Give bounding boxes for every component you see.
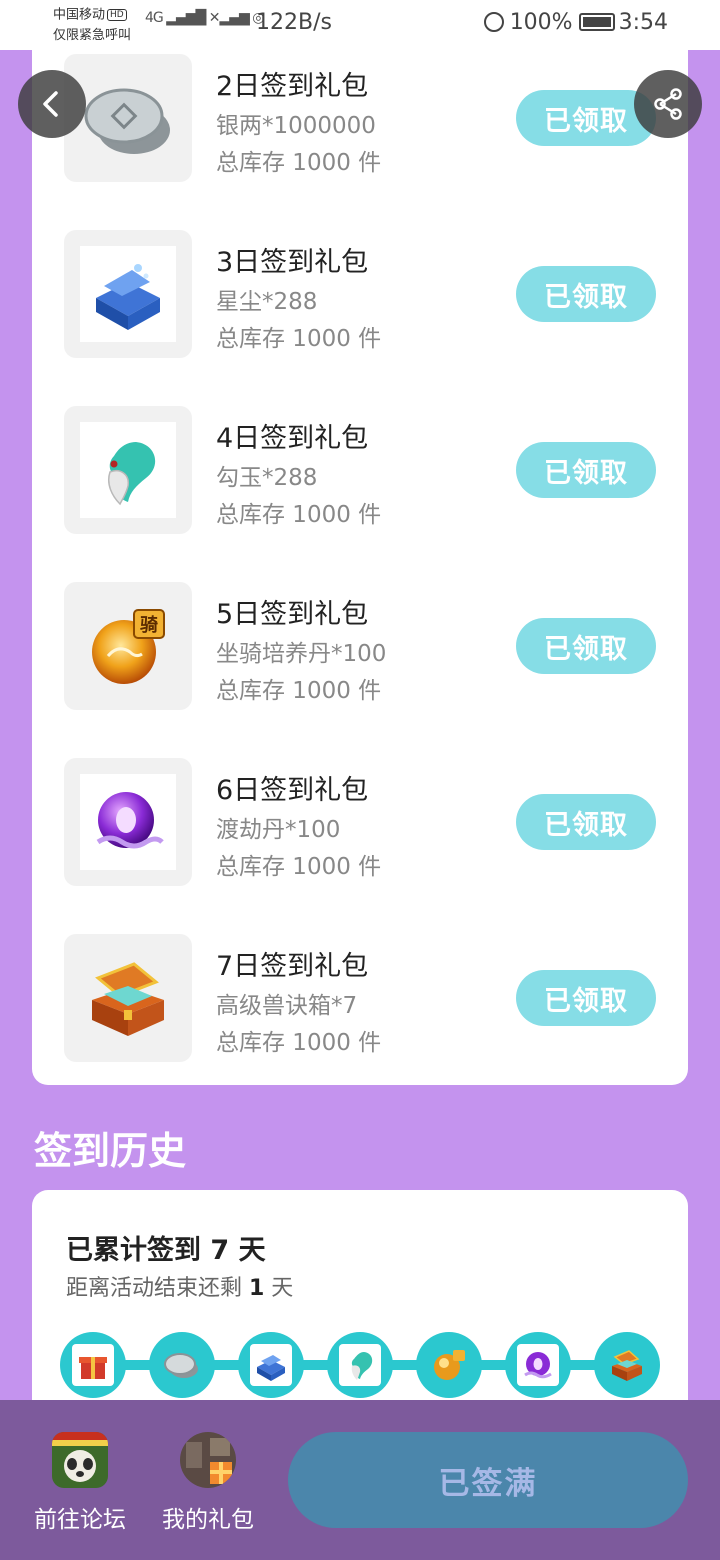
gift-item: 骑 5日签到礼包 坐骑培养丹*100 总库存 1000 件 已领取 xyxy=(64,582,664,712)
status-bar: 中国移动 HD 仅限紧急呼叫 4G ▂▄▆█ ✕▂▄▆ ◎ 122B/s 100%… xyxy=(0,0,720,50)
net-speed: 122B/s xyxy=(256,10,332,35)
alarm-icon xyxy=(483,12,504,32)
tribulation-pill-icon xyxy=(96,792,164,849)
total-prefix: 已累计签到 xyxy=(66,1235,211,1266)
forum-link[interactable]: 前往论坛 xyxy=(25,1432,135,1534)
share-button[interactable] xyxy=(634,70,702,138)
chevron-left-icon xyxy=(43,91,58,117)
gift-stock: 总库存 1000 件 xyxy=(216,854,382,880)
gift-stock: 总库存 1000 件 xyxy=(216,150,382,176)
timeline-day xyxy=(327,1332,393,1398)
history-total: 已累计签到 7 天 xyxy=(66,1228,266,1267)
gift-content: 星尘*288 xyxy=(216,289,318,315)
gift-title: 5日签到礼包 xyxy=(216,599,369,630)
remain-suffix: 天 xyxy=(264,1276,294,1301)
gift-stock: 总库存 1000 件 xyxy=(216,326,382,352)
claimed-button[interactable]: 已领取 xyxy=(516,442,656,498)
gift-thumbnail xyxy=(64,758,192,886)
battery-icon xyxy=(578,13,615,31)
timeline-day xyxy=(60,1332,126,1398)
carrier-name: 中国移动 xyxy=(53,7,106,23)
treasure-chest-icon xyxy=(92,962,164,1036)
timeline-day xyxy=(416,1332,482,1398)
gift-content: 高级兽诀箱*7 xyxy=(216,993,358,1019)
claimed-button[interactable]: 已领取 xyxy=(516,970,656,1026)
signed-full-button[interactable]: 已签满 xyxy=(288,1432,688,1528)
gift-content: 勾玉*288 xyxy=(216,465,318,491)
red-gift-icon xyxy=(79,1357,107,1379)
carrier-info: 中国移动 HD 仅限紧急呼叫 xyxy=(53,5,131,46)
stardust-box-icon xyxy=(257,1355,285,1381)
magatama-icon xyxy=(108,442,156,506)
timeline-day xyxy=(594,1332,660,1398)
status-right: 100% 3:54 xyxy=(483,10,668,35)
gift-stock: 总库存 1000 件 xyxy=(216,1030,382,1056)
gift-list-card: 2日签到礼包 银两*1000000 总库存 1000 件 已领取 3日签到礼包 … xyxy=(32,0,688,1085)
gift-thumbnail: 骑 xyxy=(64,582,192,710)
claimed-button[interactable]: 已领取 xyxy=(516,794,656,850)
timeline-day xyxy=(238,1332,304,1398)
gift-title: 6日签到礼包 xyxy=(216,775,369,806)
claimed-button[interactable]: 已领取 xyxy=(516,618,656,674)
history-remaining: 距离活动结束还剩 1 天 xyxy=(66,1270,293,1302)
gift-content: 渡劫丹*100 xyxy=(216,817,341,843)
my-gifts-label: 我的礼包 xyxy=(162,1507,254,1533)
silver-coin-icon xyxy=(164,1353,198,1378)
network-type: 4G xyxy=(145,10,164,26)
mount-pill-icon: 骑 xyxy=(92,609,165,684)
gift-item: 6日签到礼包 渡劫丹*100 总库存 1000 件 已领取 xyxy=(64,758,664,888)
signal-icon: 4G ▂▄▆█ ✕▂▄▆ ◎ xyxy=(145,10,264,26)
total-days: 7 xyxy=(210,1235,230,1266)
tribulation-pill-icon xyxy=(524,1352,552,1379)
magatama-icon xyxy=(351,1352,373,1380)
hd-badge: HD xyxy=(107,9,127,21)
gift-item: 4日签到礼包 勾玉*288 总库存 1000 件 已领取 xyxy=(64,406,664,536)
battery-percent: 100% xyxy=(509,10,573,35)
gift-thumbnail xyxy=(64,934,192,1062)
gift-item: 3日签到礼包 星尘*288 总库存 1000 件 已领取 xyxy=(64,230,664,360)
gift-stock: 总库存 1000 件 xyxy=(216,678,382,704)
gift-title: 2日签到礼包 xyxy=(216,71,369,102)
treasure-chest-icon xyxy=(612,1350,642,1381)
history-card: 已累计签到 7 天 距离活动结束还剩 1 天 xyxy=(32,1190,688,1430)
my-gifts-link[interactable]: 我的礼包 xyxy=(153,1432,263,1534)
gift-content: 坐骑培养丹*100 xyxy=(216,641,387,667)
mount-pill-icon xyxy=(434,1350,465,1380)
emergency-only-text: 仅限紧急呼叫 xyxy=(53,27,132,43)
stardust-box-icon xyxy=(96,264,160,330)
back-button[interactable] xyxy=(18,70,86,138)
gift-thumbnail xyxy=(64,406,192,534)
timeline-day xyxy=(149,1332,215,1398)
gift-title: 3日签到礼包 xyxy=(216,247,369,278)
remain-days: 1 xyxy=(249,1276,265,1301)
section-title-history: 签到历史 xyxy=(34,1129,187,1173)
gift-title: 4日签到礼包 xyxy=(216,423,369,454)
forum-label: 前往论坛 xyxy=(34,1507,126,1533)
total-suffix: 天 xyxy=(229,1235,266,1266)
signin-timeline xyxy=(60,1332,660,1398)
game-avatar-icon xyxy=(52,1432,108,1488)
gift-title: 7日签到礼包 xyxy=(216,951,369,982)
bottom-bar: 前往论坛 我的礼包 已签满 xyxy=(0,1400,720,1560)
silver-coin-icon xyxy=(84,88,170,154)
gift-item: 7日签到礼包 高级兽诀箱*7 总库存 1000 件 已领取 xyxy=(64,934,664,1064)
mount-badge: 骑 xyxy=(140,614,158,636)
clock: 3:54 xyxy=(618,10,668,35)
gift-content: 银两*1000000 xyxy=(216,113,376,139)
remain-prefix: 距离活动结束还剩 xyxy=(66,1276,249,1301)
gift-item: 2日签到礼包 银两*1000000 总库存 1000 件 已领取 xyxy=(64,54,664,184)
gift-bag-icon xyxy=(180,1432,236,1488)
claimed-button[interactable]: 已领取 xyxy=(516,266,656,322)
share-icon xyxy=(654,88,682,120)
gift-thumbnail xyxy=(64,54,192,182)
gift-stock: 总库存 1000 件 xyxy=(216,502,382,528)
timeline-day xyxy=(505,1332,571,1398)
gift-thumbnail xyxy=(64,230,192,358)
